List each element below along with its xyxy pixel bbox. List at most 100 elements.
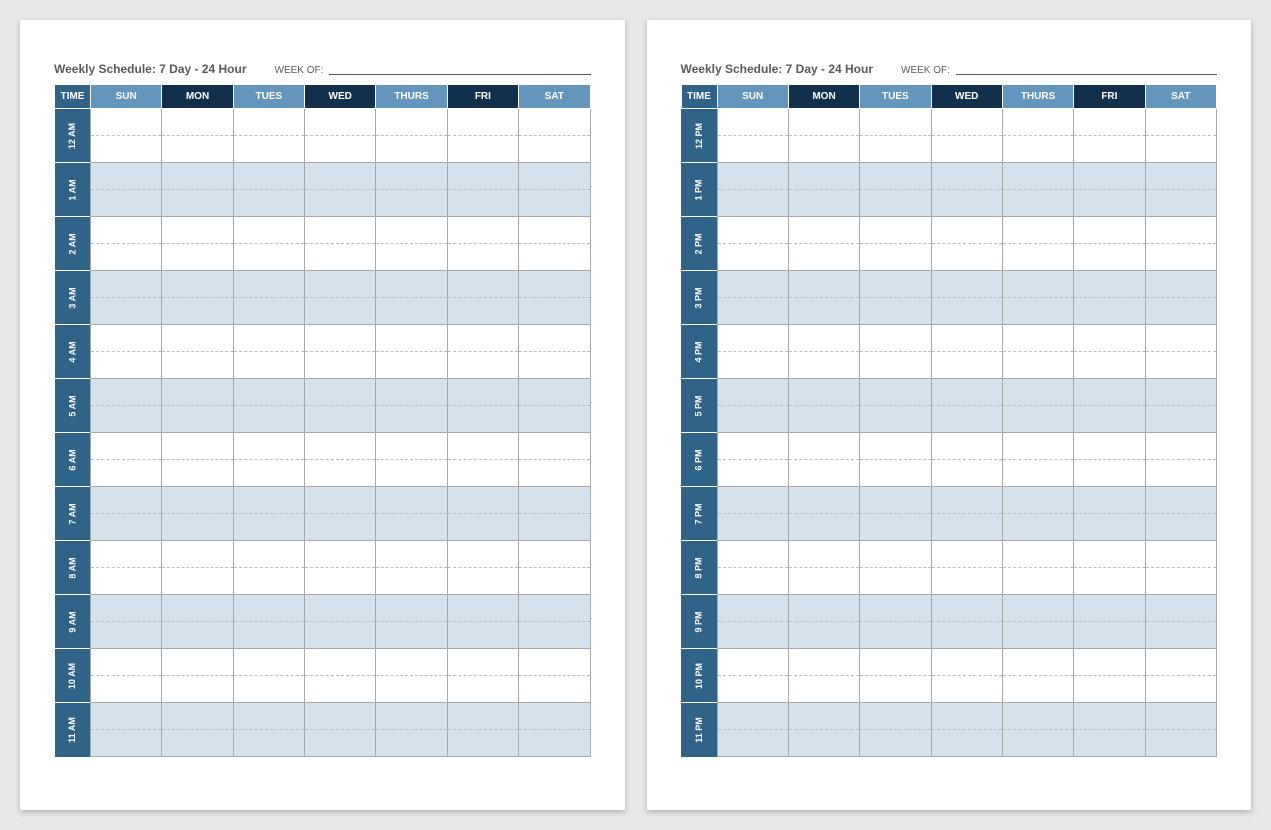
schedule-cell[interactable] [1145, 298, 1216, 325]
schedule-cell[interactable] [305, 298, 376, 325]
schedule-cell[interactable] [860, 352, 931, 379]
schedule-cell[interactable] [162, 217, 233, 244]
schedule-cell[interactable] [519, 460, 590, 487]
schedule-cell[interactable] [788, 190, 859, 217]
schedule-cell[interactable] [931, 298, 1002, 325]
schedule-cell[interactable] [376, 487, 447, 514]
schedule-cell[interactable] [1074, 433, 1145, 460]
schedule-cell[interactable] [376, 352, 447, 379]
schedule-cell[interactable] [717, 325, 788, 352]
schedule-cell[interactable] [376, 379, 447, 406]
schedule-cell[interactable] [1074, 163, 1145, 190]
schedule-cell[interactable] [1074, 568, 1145, 595]
schedule-cell[interactable] [1145, 649, 1216, 676]
schedule-cell[interactable] [931, 433, 1002, 460]
schedule-cell[interactable] [1002, 271, 1073, 298]
schedule-cell[interactable] [305, 190, 376, 217]
schedule-cell[interactable] [447, 406, 518, 433]
schedule-cell[interactable] [1074, 406, 1145, 433]
schedule-cell[interactable] [860, 676, 931, 703]
schedule-cell[interactable] [233, 163, 304, 190]
schedule-cell[interactable] [1002, 487, 1073, 514]
schedule-cell[interactable] [519, 514, 590, 541]
schedule-cell[interactable] [233, 325, 304, 352]
schedule-cell[interactable] [788, 271, 859, 298]
schedule-cell[interactable] [376, 298, 447, 325]
schedule-cell[interactable] [931, 406, 1002, 433]
schedule-cell[interactable] [1145, 136, 1216, 163]
schedule-cell[interactable] [162, 352, 233, 379]
schedule-cell[interactable] [91, 568, 162, 595]
schedule-cell[interactable] [1074, 487, 1145, 514]
schedule-cell[interactable] [1002, 163, 1073, 190]
schedule-cell[interactable] [233, 649, 304, 676]
schedule-cell[interactable] [91, 703, 162, 730]
schedule-cell[interactable] [788, 163, 859, 190]
schedule-cell[interactable] [1145, 352, 1216, 379]
schedule-cell[interactable] [1145, 730, 1216, 757]
schedule-cell[interactable] [1002, 244, 1073, 271]
schedule-cell[interactable] [447, 487, 518, 514]
schedule-cell[interactable] [788, 622, 859, 649]
schedule-cell[interactable] [1145, 433, 1216, 460]
schedule-cell[interactable] [519, 136, 590, 163]
schedule-cell[interactable] [91, 487, 162, 514]
schedule-cell[interactable] [162, 325, 233, 352]
schedule-cell[interactable] [162, 514, 233, 541]
schedule-cell[interactable] [233, 244, 304, 271]
schedule-cell[interactable] [1002, 514, 1073, 541]
schedule-cell[interactable] [931, 325, 1002, 352]
schedule-cell[interactable] [860, 433, 931, 460]
schedule-cell[interactable] [91, 460, 162, 487]
schedule-cell[interactable] [91, 622, 162, 649]
schedule-cell[interactable] [1145, 676, 1216, 703]
schedule-cell[interactable] [1074, 649, 1145, 676]
schedule-cell[interactable] [1145, 190, 1216, 217]
schedule-cell[interactable] [931, 649, 1002, 676]
schedule-cell[interactable] [860, 568, 931, 595]
schedule-cell[interactable] [717, 595, 788, 622]
schedule-cell[interactable] [860, 379, 931, 406]
schedule-cell[interactable] [376, 406, 447, 433]
schedule-cell[interactable] [788, 676, 859, 703]
schedule-cell[interactable] [717, 622, 788, 649]
schedule-cell[interactable] [519, 649, 590, 676]
schedule-cell[interactable] [1145, 325, 1216, 352]
schedule-cell[interactable] [1074, 136, 1145, 163]
schedule-cell[interactable] [376, 541, 447, 568]
schedule-cell[interactable] [91, 730, 162, 757]
schedule-cell[interactable] [91, 325, 162, 352]
schedule-cell[interactable] [305, 109, 376, 136]
schedule-cell[interactable] [162, 460, 233, 487]
schedule-cell[interactable] [931, 730, 1002, 757]
schedule-cell[interactable] [1074, 541, 1145, 568]
schedule-cell[interactable] [376, 244, 447, 271]
schedule-cell[interactable] [931, 568, 1002, 595]
schedule-cell[interactable] [519, 379, 590, 406]
schedule-cell[interactable] [305, 649, 376, 676]
schedule-cell[interactable] [91, 217, 162, 244]
schedule-cell[interactable] [519, 325, 590, 352]
schedule-cell[interactable] [931, 352, 1002, 379]
schedule-cell[interactable] [519, 271, 590, 298]
schedule-cell[interactable] [1074, 298, 1145, 325]
schedule-cell[interactable] [860, 703, 931, 730]
schedule-cell[interactable] [519, 541, 590, 568]
schedule-cell[interactable] [376, 730, 447, 757]
schedule-cell[interactable] [931, 514, 1002, 541]
schedule-cell[interactable] [1002, 379, 1073, 406]
schedule-cell[interactable] [717, 244, 788, 271]
schedule-cell[interactable] [233, 622, 304, 649]
schedule-cell[interactable] [1074, 730, 1145, 757]
schedule-cell[interactable] [233, 379, 304, 406]
schedule-cell[interactable] [162, 163, 233, 190]
week-of-line[interactable] [956, 74, 1217, 75]
schedule-cell[interactable] [931, 460, 1002, 487]
schedule-cell[interactable] [1074, 244, 1145, 271]
schedule-cell[interactable] [717, 406, 788, 433]
schedule-cell[interactable] [717, 109, 788, 136]
schedule-cell[interactable] [162, 568, 233, 595]
schedule-cell[interactable] [1074, 460, 1145, 487]
schedule-cell[interactable] [519, 352, 590, 379]
schedule-cell[interactable] [376, 271, 447, 298]
